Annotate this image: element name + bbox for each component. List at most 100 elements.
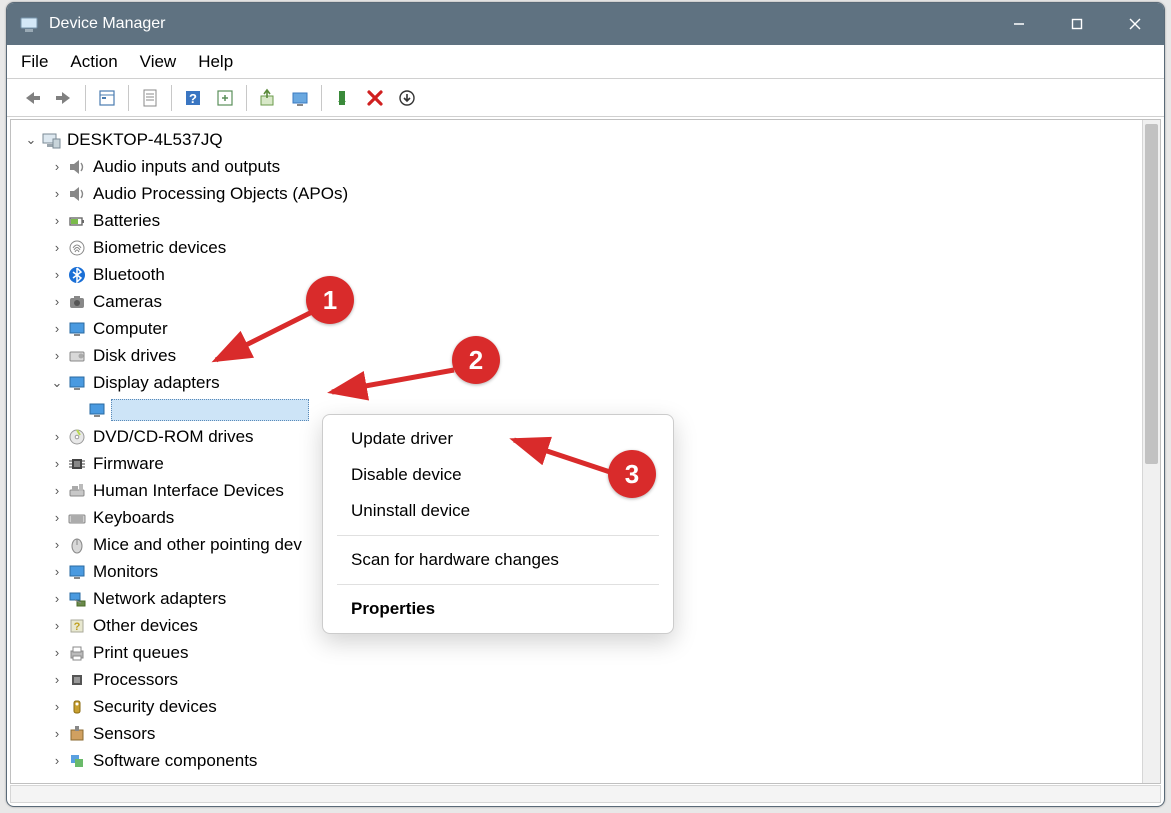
- category-label: Software components: [93, 747, 257, 774]
- category-label: Firmware: [93, 450, 164, 477]
- enable-button[interactable]: [328, 84, 358, 112]
- toolbar-separator: [85, 85, 86, 111]
- other-icon: ?: [67, 616, 87, 636]
- chevron-right-icon[interactable]: ›: [49, 159, 65, 175]
- printer-icon: [67, 643, 87, 663]
- annotation-badge-2: 2: [452, 336, 500, 384]
- chevron-right-icon[interactable]: ›: [49, 483, 65, 499]
- speaker-icon: [67, 157, 87, 177]
- menu-action[interactable]: Action: [70, 52, 117, 72]
- category-label: Audio Processing Objects (APOs): [93, 180, 348, 207]
- network-icon: [67, 589, 87, 609]
- chevron-right-icon[interactable]: ›: [49, 726, 65, 742]
- selected-device[interactable]: [111, 399, 309, 421]
- tree-category[interactable]: › Processors: [15, 666, 1156, 693]
- cd-icon: [67, 427, 87, 447]
- tree-category[interactable]: › Print queues: [15, 639, 1156, 666]
- tree-category[interactable]: › Bluetooth: [15, 261, 1156, 288]
- forward-button[interactable]: [49, 84, 79, 112]
- help-button[interactable]: ?: [178, 84, 208, 112]
- tree-category[interactable]: › Audio Processing Objects (APOs): [15, 180, 1156, 207]
- tree-category[interactable]: › Security devices: [15, 693, 1156, 720]
- fingerprint-icon: [67, 238, 87, 258]
- tree-category[interactable]: › Cameras: [15, 288, 1156, 315]
- chevron-right-icon[interactable]: ›: [49, 591, 65, 607]
- chevron-right-icon[interactable]: ›: [49, 429, 65, 445]
- speaker-icon: [67, 184, 87, 204]
- context-menu-separator: [337, 535, 659, 536]
- tree-category[interactable]: › Batteries: [15, 207, 1156, 234]
- tree-category[interactable]: ⌄ Display adapters: [15, 369, 1156, 396]
- device-manager-window: Device Manager File Action View Help: [6, 2, 1165, 807]
- chevron-right-icon[interactable]: ›: [49, 699, 65, 715]
- scrollbar-vertical[interactable]: [1142, 120, 1160, 783]
- titlebar[interactable]: Device Manager: [7, 3, 1164, 45]
- scroll-thumb[interactable]: [1145, 124, 1158, 464]
- chevron-right-icon[interactable]: ›: [49, 348, 65, 364]
- menu-help[interactable]: Help: [198, 52, 233, 72]
- scan-hardware-button[interactable]: [392, 84, 422, 112]
- ctx-scan-hardware[interactable]: Scan for hardware changes: [323, 542, 673, 578]
- tree-category[interactable]: › Sensors: [15, 720, 1156, 747]
- chevron-right-icon[interactable]: ›: [49, 618, 65, 634]
- update-driver-button[interactable]: [253, 84, 283, 112]
- chevron-right-icon[interactable]: ›: [49, 186, 65, 202]
- tree-category[interactable]: › Computer: [15, 315, 1156, 342]
- ctx-uninstall-device[interactable]: Uninstall device: [323, 493, 673, 529]
- context-menu: Update driver Disable device Uninstall d…: [322, 414, 674, 634]
- tree-root[interactable]: ⌄ DESKTOP-4L537JQ: [15, 126, 1156, 153]
- tree-category[interactable]: › Disk drives: [15, 342, 1156, 369]
- window-controls: [990, 3, 1164, 45]
- category-label: Batteries: [93, 207, 160, 234]
- chevron-right-icon[interactable]: ›: [49, 267, 65, 283]
- category-label: DVD/CD-ROM drives: [93, 423, 254, 450]
- category-label: Disk drives: [93, 342, 176, 369]
- toolbar-separator: [246, 85, 247, 111]
- monitor-icon: [87, 400, 107, 420]
- category-label: Other devices: [93, 612, 198, 639]
- chevron-right-icon[interactable]: ›: [49, 672, 65, 688]
- toolbar-separator: [128, 85, 129, 111]
- menu-file[interactable]: File: [21, 52, 48, 72]
- category-label: Computer: [93, 315, 168, 342]
- computer-icon: [41, 130, 61, 150]
- cpu-icon: [67, 670, 87, 690]
- monitor-icon: [67, 373, 87, 393]
- tree-category[interactable]: › Software components: [15, 747, 1156, 774]
- maximize-button[interactable]: [1048, 3, 1106, 45]
- menu-view[interactable]: View: [140, 52, 177, 72]
- chevron-right-icon[interactable]: ›: [49, 564, 65, 580]
- chevron-right-icon[interactable]: ›: [49, 240, 65, 256]
- action-button[interactable]: [210, 84, 240, 112]
- chevron-right-icon[interactable]: ›: [49, 537, 65, 553]
- keyboard-icon: [67, 508, 87, 528]
- ctx-properties[interactable]: Properties: [323, 591, 673, 627]
- category-label: Monitors: [93, 558, 158, 585]
- chevron-right-icon[interactable]: ›: [49, 213, 65, 229]
- chevron-right-icon[interactable]: ›: [49, 645, 65, 661]
- uninstall-button[interactable]: [360, 84, 390, 112]
- show-hidden-button[interactable]: [92, 84, 122, 112]
- properties-button[interactable]: [135, 84, 165, 112]
- chevron-right-icon[interactable]: ›: [49, 294, 65, 310]
- chevron-down-icon[interactable]: ⌄: [49, 375, 65, 391]
- chevron-down-icon[interactable]: ⌄: [23, 132, 39, 148]
- svg-text:?: ?: [189, 91, 197, 106]
- category-label: Cameras: [93, 288, 162, 315]
- bluetooth-icon: [67, 265, 87, 285]
- chevron-right-icon[interactable]: ›: [49, 321, 65, 337]
- back-button[interactable]: [17, 84, 47, 112]
- chevron-right-icon[interactable]: ›: [49, 510, 65, 526]
- chevron-right-icon[interactable]: ›: [49, 753, 65, 769]
- category-label: Network adapters: [93, 585, 226, 612]
- tree-category[interactable]: › Biometric devices: [15, 234, 1156, 261]
- chevron-right-icon[interactable]: ›: [49, 456, 65, 472]
- scan-button[interactable]: [285, 84, 315, 112]
- tree-category[interactable]: › Audio inputs and outputs: [15, 153, 1156, 180]
- security-icon: [67, 697, 87, 717]
- close-button[interactable]: [1106, 3, 1164, 45]
- monitor-icon: [67, 562, 87, 582]
- toolbar-separator: [171, 85, 172, 111]
- minimize-button[interactable]: [990, 3, 1048, 45]
- context-menu-separator: [337, 584, 659, 585]
